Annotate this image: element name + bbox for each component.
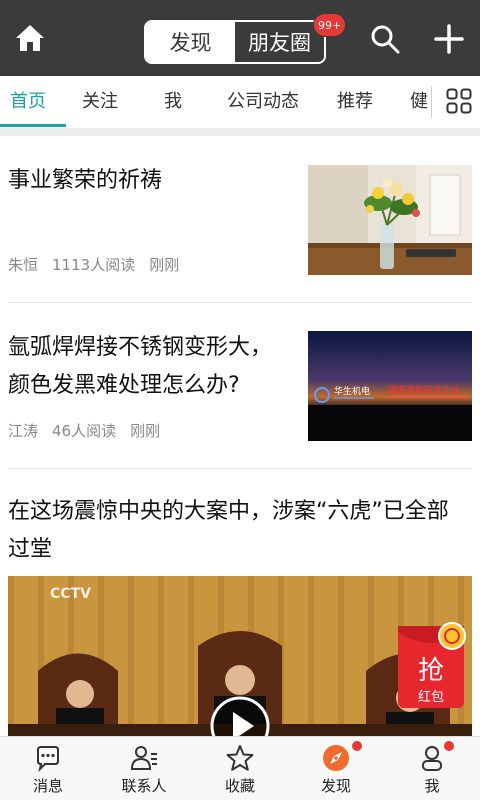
notification-badge: 99+ <box>313 13 347 37</box>
article-card[interactable]: 氩弧焊焊接不锈钢变形大， 颜色发黑难处理怎么办? 江涛 46人阅读 刚刚 华生机电 … <box>0 303 480 469</box>
nav-me[interactable]: 我 <box>384 737 480 800</box>
tab-recommend[interactable]: 推荐 <box>337 76 373 128</box>
star-icon <box>226 745 254 771</box>
article-reads: 1113人阅读 <box>52 256 136 274</box>
nav-label: 消息 <box>32 777 63 795</box>
article-meta: 朱恒 1113人阅读 刚刚 <box>8 254 193 275</box>
tab-home[interactable]: 首页 <box>10 76 46 128</box>
top-bar: 发现 朋友圈 99+ <box>0 0 480 76</box>
bottom-navigation: 消息 联系人 收藏 发现 我 <box>0 736 480 800</box>
nav-messages[interactable]: 消息 <box>0 737 96 800</box>
article-time: 刚刚 <box>130 422 161 440</box>
tabs-divider <box>431 86 432 118</box>
sign-right-text: 国家高新技术企业 <box>388 384 460 396</box>
article-title[interactable]: 氩弧焊焊接不锈钢变形大， 颜色发黑难处理怎么办? <box>8 329 272 405</box>
article-title[interactable]: 事业繁荣的祈祷 <box>8 162 162 200</box>
tabs-separator <box>0 128 480 136</box>
tab-me[interactable]: 我 <box>164 76 182 128</box>
nav-label: 收藏 <box>224 777 255 795</box>
nav-dot-badge <box>444 741 454 751</box>
article-thumbnail[interactable]: 华生机电 国家高新技术企业 <box>308 331 472 441</box>
article-time: 刚刚 <box>149 256 180 274</box>
red-envelope-char: 抢 <box>417 656 444 686</box>
contacts-icon <box>130 746 157 770</box>
article-author: 朱恒 <box>8 256 39 274</box>
article-title-line: 在这场震惊中央的大案中，涉案“六虎”已全部 <box>8 499 449 524</box>
sign-left-text: 华生机电 <box>334 385 370 397</box>
nav-label: 我 <box>424 777 440 795</box>
category-tabs: 首页 关注 我 公司动态 推荐 健 <box>0 76 480 128</box>
segment-friends[interactable]: 朋友圈 <box>235 22 324 62</box>
red-envelope-button[interactable]: 抢 红包 <box>396 620 470 712</box>
home-icon[interactable] <box>14 22 46 54</box>
nav-favorites[interactable]: 收藏 <box>192 737 288 800</box>
person-icon <box>422 746 442 771</box>
play-icon[interactable] <box>208 694 272 736</box>
article-title-line: 颜色发黑难处理怎么办? <box>8 373 240 398</box>
nav-label: 发现 <box>320 777 351 795</box>
nav-contacts[interactable]: 联系人 <box>96 737 192 800</box>
article-meta: 江涛 46人阅读 刚刚 <box>8 420 174 441</box>
nav-dot-badge <box>352 741 362 751</box>
article-thumbnail[interactable] <box>308 165 472 275</box>
chat-bubble-icon <box>37 746 59 772</box>
red-envelope-label: 红包 <box>417 690 444 705</box>
flower-vase-image <box>308 165 472 275</box>
add-icon[interactable] <box>432 22 466 56</box>
tab-company-news[interactable]: 公司动态 <box>227 76 299 128</box>
tv-logo: CCTV <box>50 586 91 602</box>
article-title[interactable]: 在这场震惊中央的大案中，涉案“六虎”已全部 过堂 <box>8 493 449 569</box>
article-card[interactable]: 在这场震惊中央的大案中，涉案“六虎”已全部 过堂 <box>0 469 480 579</box>
article-author: 江涛 <box>8 422 39 440</box>
article-title-line: 过堂 <box>8 537 53 562</box>
grid-menu-icon[interactable] <box>446 88 472 114</box>
article-title-line: 氩弧焊焊接不锈钢变形大， <box>8 335 273 360</box>
nav-label: 联系人 <box>121 777 167 795</box>
article-card[interactable]: 事业繁荣的祈祷 朱恒 1113人阅读 刚刚 <box>0 136 480 304</box>
active-tab-indicator <box>0 124 66 127</box>
segment-discover[interactable]: 发现 <box>146 22 235 62</box>
search-icon[interactable] <box>370 24 400 54</box>
night-building-image: 华生机电 国家高新技术企业 <box>308 331 472 441</box>
nav-discover[interactable]: 发现 <box>288 737 384 800</box>
feed-segment-control: 发现 朋友圈 <box>144 20 326 64</box>
tab-health[interactable]: 健 <box>410 76 430 128</box>
compass-icon <box>323 745 349 771</box>
article-reads: 46人阅读 <box>52 422 117 440</box>
tab-follow[interactable]: 关注 <box>82 76 118 128</box>
